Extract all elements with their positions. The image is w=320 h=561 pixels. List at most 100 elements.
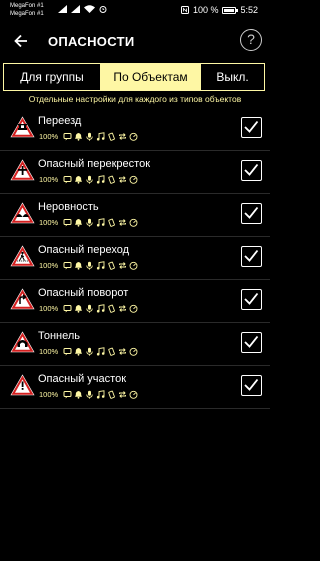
repeat-icon — [119, 348, 127, 355]
repeat-icon — [119, 262, 127, 269]
help-button[interactable]: ? — [240, 29, 262, 51]
repeat-icon — [119, 133, 127, 140]
nfc-icon — [180, 6, 189, 14]
checkmark-icon — [244, 292, 259, 305]
hazard-name: Опасный участок — [38, 373, 127, 385]
mic-icon — [86, 132, 93, 141]
bell-icon — [75, 176, 83, 184]
page-title: ОПАСНОСТИ — [48, 34, 135, 49]
message-icon — [63, 305, 72, 313]
hazard-settings-summary: 100% — [39, 261, 138, 270]
speedometer-icon — [129, 390, 138, 399]
enabled-checkbox[interactable] — [241, 160, 262, 181]
speedometer-icon — [129, 132, 138, 141]
checkmark-icon — [244, 206, 259, 219]
hazard-list: Переезд 100% Опасный перекресток 100% Не… — [0, 108, 270, 409]
signal-icon — [58, 5, 67, 13]
hazard-name: Неровность — [38, 201, 99, 213]
music-icon — [97, 175, 105, 184]
message-icon — [63, 348, 72, 356]
enabled-checkbox[interactable] — [241, 246, 262, 267]
hazard-settings-summary: 100% — [39, 175, 138, 184]
enabled-checkbox[interactable] — [241, 203, 262, 224]
dangerous-intersection-sign-icon — [10, 159, 35, 181]
speedometer-icon — [129, 304, 138, 313]
checkmark-icon — [244, 335, 259, 348]
hazard-row[interactable]: Опасный перекресток 100% — [0, 151, 270, 194]
enabled-checkbox[interactable] — [241, 375, 262, 396]
repeat-icon — [119, 305, 127, 312]
speedometer-icon — [129, 218, 138, 227]
music-icon — [97, 132, 105, 141]
settings-description: Отдельные настройки для каждого из типов… — [28, 94, 242, 104]
battery-percent: 100 % — [192, 5, 219, 15]
vibration-icon — [108, 218, 116, 227]
message-icon — [63, 262, 72, 270]
hazard-name: Тоннель — [38, 330, 81, 342]
hazard-settings-summary: 100% — [39, 132, 138, 141]
enabled-checkbox[interactable] — [241, 289, 262, 310]
hazard-row[interactable]: Опасный поворот 100% — [0, 280, 270, 323]
alarm-icon — [99, 6, 107, 13]
signal-icons — [58, 5, 107, 13]
music-icon — [97, 347, 105, 356]
uneven-road-sign-icon — [10, 202, 35, 224]
enabled-checkbox[interactable] — [241, 332, 262, 353]
message-icon — [63, 133, 72, 141]
enabled-checkbox[interactable] — [241, 117, 262, 138]
bell-icon — [75, 391, 83, 399]
mic-icon — [86, 175, 93, 184]
bell-icon — [75, 219, 83, 227]
vibration-icon — [108, 175, 116, 184]
message-icon — [63, 176, 72, 184]
mic-icon — [86, 390, 93, 399]
hazard-row[interactable]: Тоннель 100% — [0, 323, 270, 366]
volume-percent: 100% — [39, 390, 59, 399]
volume-percent: 100% — [39, 132, 59, 141]
music-icon — [97, 390, 105, 399]
message-icon — [63, 391, 72, 399]
hazard-row[interactable]: Опасный переход 100% — [0, 237, 270, 280]
hazard-row[interactable]: Опасный участок 100% — [0, 366, 270, 409]
message-icon — [63, 219, 72, 227]
vibration-icon — [108, 304, 116, 313]
repeat-icon — [119, 219, 127, 226]
music-icon — [97, 304, 105, 313]
checkmark-icon — [244, 163, 259, 176]
checkmark-icon — [244, 249, 259, 262]
signal-icon — [71, 5, 80, 13]
carrier-labels: MegaFon #1 MegaFon #1 — [10, 2, 44, 18]
volume-percent: 100% — [39, 218, 59, 227]
hazard-settings-summary: 100% — [39, 390, 138, 399]
dangerous-turn-sign-icon — [10, 288, 35, 310]
status-bar: MegaFon #1 MegaFon #1 100 % 5:52 — [0, 0, 270, 22]
vibration-icon — [108, 390, 116, 399]
arrow-back-icon — [14, 34, 27, 48]
mode-tabs: Для группы По Объектам Выкл. — [3, 63, 265, 91]
vibration-icon — [108, 347, 116, 356]
tunnel-sign-icon — [10, 331, 35, 353]
bell-icon — [75, 348, 83, 356]
hazard-name: Опасный переход — [38, 244, 130, 256]
bell-icon — [75, 262, 83, 270]
hazard-row[interactable]: Переезд 100% — [0, 108, 270, 151]
railway-crossing-sign-icon — [10, 116, 35, 138]
hazard-settings-summary: 100% — [39, 347, 138, 356]
vibration-icon — [108, 261, 116, 270]
hazard-row[interactable]: Неровность 100% — [0, 194, 270, 237]
checkmark-icon — [244, 120, 259, 133]
tab-off[interactable]: Выкл. — [201, 64, 264, 90]
speedometer-icon — [129, 175, 138, 184]
back-button[interactable] — [10, 30, 32, 52]
battery-icon — [222, 6, 239, 14]
hazard-settings-summary: 100% — [39, 218, 138, 227]
music-icon — [97, 218, 105, 227]
tab-for-group[interactable]: Для группы — [4, 64, 100, 90]
hazard-name: Опасный поворот — [38, 287, 129, 299]
music-icon — [97, 261, 105, 270]
volume-percent: 100% — [39, 261, 59, 270]
bell-icon — [75, 133, 83, 141]
bell-icon — [75, 305, 83, 313]
tab-by-objects[interactable]: По Объектам — [100, 64, 201, 90]
hazard-settings-summary: 100% — [39, 304, 138, 313]
